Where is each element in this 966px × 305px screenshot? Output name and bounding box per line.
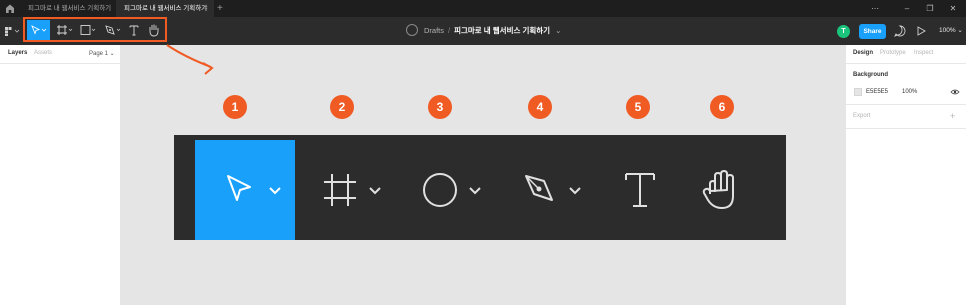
tab-label: 피그마로 내 웹서비스 기획하기 (28, 5, 112, 12)
frame-tool-icon[interactable] (55, 23, 75, 37)
zoom-level[interactable]: 100% ⌄ (939, 17, 963, 45)
enlarged-frame-tool-icon (324, 174, 381, 206)
share-button[interactable]: Share (859, 24, 886, 39)
add-export-icon[interactable]: + (950, 111, 955, 121)
text-tool-icon[interactable] (127, 23, 141, 37)
divider (0, 63, 121, 64)
enlarged-hand-tool-icon (702, 170, 734, 209)
tab-prototype[interactable]: Prototype (880, 50, 906, 56)
enlarged-pen-tool-icon (525, 175, 581, 201)
close-window-button[interactable]: ✕ (944, 0, 962, 17)
left-panel: Layers Assets Page 1 ⌄ (0, 45, 121, 305)
right-panel: Design Prototype Inspect Background E5E5… (845, 45, 966, 305)
title-bar: 피그마로 내 웹서비스 기획하기 피그마로 내 웹서비스 기획하기 × + ⋯ … (0, 0, 966, 17)
breadcrumb-separator: / (448, 26, 451, 35)
step-number-6: 6 (710, 95, 734, 119)
breadcrumb-folder[interactable]: Drafts (424, 26, 444, 35)
add-tab-button[interactable]: + (217, 0, 223, 17)
user-avatar[interactable]: T (837, 25, 850, 38)
export-heading: Export (853, 113, 871, 119)
background-opacity-input[interactable]: 100% (902, 89, 917, 95)
tab-design[interactable]: Design (853, 50, 873, 56)
tab-layers[interactable]: Layers (8, 50, 27, 56)
present-play-icon[interactable] (915, 25, 927, 37)
tab-inspect[interactable]: Inspect (914, 50, 933, 56)
file-name[interactable]: 피그마로 내 웹서비스 기획하기 (454, 26, 550, 35)
maximize-button[interactable]: ❐ (921, 0, 939, 17)
annotation-arrow-icon (166, 44, 214, 75)
tab-assets[interactable]: Assets (34, 50, 52, 56)
step-number-4: 4 (528, 95, 552, 119)
home-icon[interactable] (4, 2, 16, 15)
shape-tool-icon[interactable] (79, 23, 99, 37)
visibility-eye-icon[interactable] (950, 88, 960, 96)
close-tab-icon[interactable]: × (204, 0, 208, 17)
divider (846, 104, 966, 105)
breadcrumb: Drafts / 피그마로 내 웹서비스 기획하기 ⌄ (406, 17, 561, 45)
hand-tool-icon[interactable] (146, 22, 162, 38)
more-options-button[interactable]: ⋯ (866, 0, 884, 17)
team-avatar-icon (406, 24, 418, 37)
step-number-3: 3 (428, 95, 452, 119)
minimize-button[interactable]: – (898, 0, 916, 17)
pen-tool-icon[interactable] (103, 23, 125, 37)
file-menu-chevron-icon[interactable]: ⌄ (555, 26, 561, 35)
background-hex-input[interactable]: E5E5E5 (866, 89, 888, 95)
page-selector[interactable]: Page 1 ⌄ (89, 50, 115, 57)
tab-file-inactive[interactable]: 피그마로 내 웹서비스 기획하기 (20, 0, 116, 17)
divider (846, 63, 966, 64)
enlarged-text-tool-icon (625, 173, 655, 207)
step-number-5: 5 (626, 95, 650, 119)
main-menu-icon[interactable] (4, 26, 22, 36)
background-color-swatch[interactable] (854, 88, 862, 96)
enlarged-move-tool-icon (227, 175, 281, 201)
move-tool-icon[interactable] (29, 23, 49, 37)
tab-file-active[interactable]: 피그마로 내 웹서비스 기획하기 × (116, 0, 214, 17)
comment-icon[interactable] (893, 24, 907, 38)
divider (846, 128, 966, 129)
step-number-1: 1 (223, 95, 247, 119)
enlarged-ellipse-tool-icon (423, 173, 481, 207)
tab-label: 피그마로 내 웹서비스 기획하기 (124, 5, 208, 12)
background-heading: Background (853, 72, 889, 78)
step-number-2: 2 (330, 95, 354, 119)
